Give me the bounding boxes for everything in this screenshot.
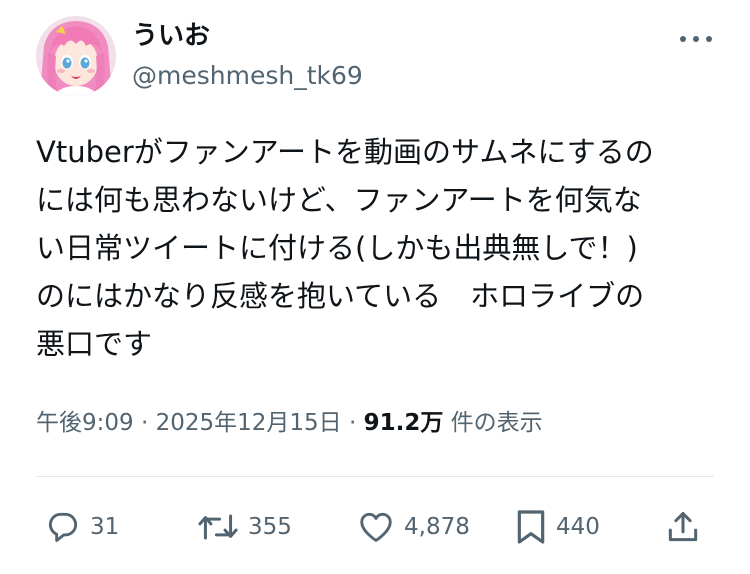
views-count[interactable]: 91.2万	[364, 410, 444, 436]
tweet-text: Vtuberがファンアートを動画のサムネにするの には何も思わないけど、ファンア…	[36, 128, 726, 368]
like-button[interactable]: 4,878	[356, 500, 470, 554]
speech-bubble-icon	[48, 512, 78, 542]
tweet-text-line: い日常ツイートに付ける(しかも出典無しで！)	[36, 231, 638, 265]
bookmark-icon	[517, 510, 545, 544]
tweet-meta: 午後9:09 · 2025年12月15日 · 91.2万 件の表示	[36, 403, 543, 443]
tweet-date[interactable]: 2025年12月15日	[156, 410, 342, 436]
bookmark-button[interactable]: 440	[514, 500, 600, 554]
meta-separator: ·	[341, 410, 364, 436]
bookmark-count: 440	[556, 514, 600, 540]
divider	[36, 476, 714, 477]
share-button[interactable]	[664, 500, 702, 554]
tweet-text-line: には何も思わないけど、ファンアートを何気な	[36, 183, 642, 217]
avatar[interactable]	[36, 16, 116, 96]
reply-count: 31	[90, 514, 120, 540]
action-bar: 31 355 4,878 440	[0, 500, 750, 554]
share-upload-icon	[668, 512, 698, 542]
author-display-name[interactable]: ういお	[132, 18, 210, 54]
tweet-time[interactable]: 午後9:09	[36, 410, 134, 436]
repost-arrows-icon	[198, 514, 238, 540]
meta-separator: ·	[133, 410, 156, 436]
repost-count: 355	[248, 514, 292, 540]
tweet-text-line: のにはかなり反感を抱いている ホロライブの	[36, 279, 645, 313]
heart-icon	[360, 512, 392, 542]
more-options-button[interactable]	[676, 24, 716, 54]
tweet-text-line: Vtuberがファンアートを動画のサムネにするの	[36, 135, 654, 169]
tweet-text-line: 悪口です	[36, 327, 153, 361]
avatar-anime-girl-image	[36, 16, 116, 96]
views-label: 件の表示	[443, 410, 543, 436]
like-count: 4,878	[404, 514, 470, 540]
more-horizontal-icon	[680, 36, 712, 42]
reply-button[interactable]: 31	[44, 500, 119, 554]
author-handle[interactable]: @meshmesh_tk69	[132, 58, 363, 94]
repost-button[interactable]: 355	[196, 500, 292, 554]
